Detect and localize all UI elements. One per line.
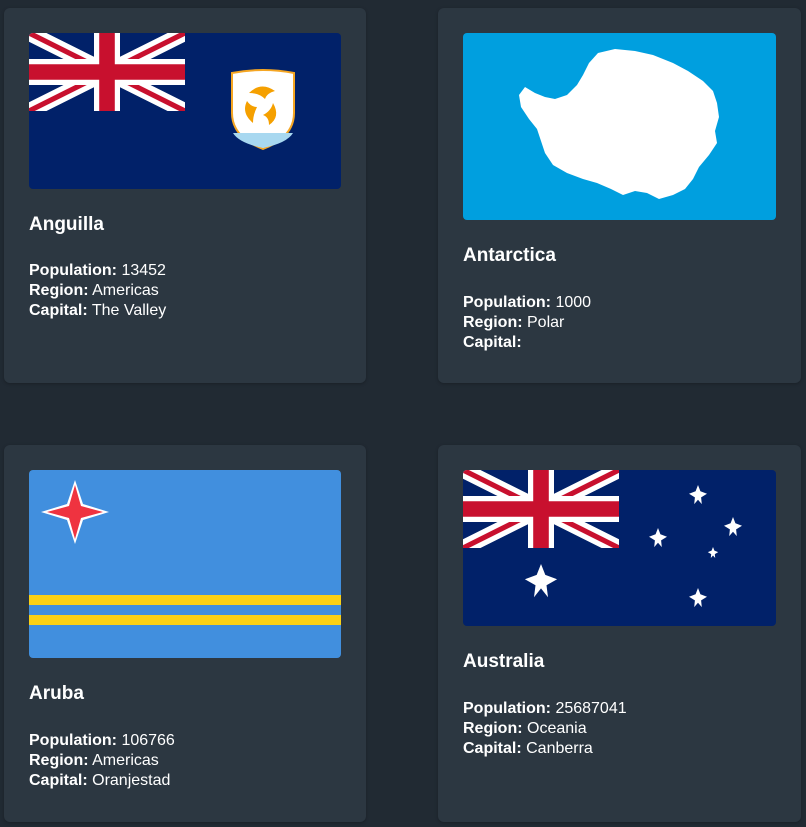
population-row: Population: 25687041 — [463, 699, 627, 719]
capital-value: The Valley — [91, 302, 167, 319]
capital-label: Capital: — [29, 302, 88, 319]
population-value: 25687041 — [555, 700, 627, 717]
anguilla-flag-icon — [29, 33, 341, 189]
region-label: Region: — [29, 282, 89, 299]
country-name: Antarctica — [463, 245, 556, 266]
region-row: Region: Americas — [29, 751, 175, 771]
population-value: 106766 — [121, 732, 175, 749]
population-value: 13452 — [121, 262, 166, 279]
population-row: Population: 106766 — [29, 731, 175, 751]
country-details: Population: 25687041 Region: Oceania Cap… — [463, 699, 627, 759]
country-card-aruba[interactable]: Aruba Population: 106766 Region: America… — [4, 445, 366, 822]
aruba-flag-icon — [29, 470, 341, 658]
capital-label: Capital: — [463, 740, 522, 757]
region-row: Region: Oceania — [463, 719, 627, 739]
capital-value: Oranjestad — [92, 772, 171, 789]
region-row: Region: Polar — [463, 313, 591, 333]
population-row: Population: 1000 — [463, 293, 591, 313]
country-details: Population: 1000 Region: Polar Capital: — [463, 293, 591, 353]
capital-value: Canberra — [526, 740, 593, 757]
country-details: Population: 106766 Region: Americas Capi… — [29, 731, 175, 791]
capital-row: Capital: Oranjestad — [29, 771, 175, 791]
region-value: Oceania — [527, 720, 587, 737]
capital-label: Capital: — [463, 334, 522, 351]
region-value: Americas — [92, 282, 159, 299]
country-card-australia[interactable]: Australia Population: 25687041 Region: O… — [438, 445, 801, 822]
population-row: Population: 13452 — [29, 261, 166, 281]
capital-row: Capital: The Valley — [29, 301, 166, 321]
population-label: Population: — [29, 732, 117, 749]
region-row: Region: Americas — [29, 281, 166, 301]
australia-flag-icon — [463, 470, 776, 626]
capital-label: Capital: — [29, 772, 88, 789]
country-name: Aruba — [29, 683, 84, 704]
country-details: Population: 13452 Region: Americas Capit… — [29, 261, 166, 321]
country-card-anguilla[interactable]: Anguilla Population: 13452 Region: Ameri… — [4, 8, 366, 383]
antarctica-flag-icon — [463, 33, 776, 220]
country-name: Australia — [463, 651, 545, 672]
population-label: Population: — [29, 262, 117, 279]
region-label: Region: — [463, 314, 523, 331]
capital-row: Capital: Canberra — [463, 739, 627, 759]
region-value: Polar — [527, 314, 565, 331]
population-value: 1000 — [555, 294, 592, 311]
country-name: Anguilla — [29, 214, 104, 235]
capital-row: Capital: — [463, 333, 591, 353]
population-label: Population: — [463, 700, 551, 717]
region-label: Region: — [29, 752, 89, 769]
region-value: Americas — [92, 752, 159, 769]
region-label: Region: — [463, 720, 523, 737]
population-label: Population: — [463, 294, 551, 311]
country-card-antarctica[interactable]: Antarctica Population: 1000 Region: Pola… — [438, 8, 801, 383]
